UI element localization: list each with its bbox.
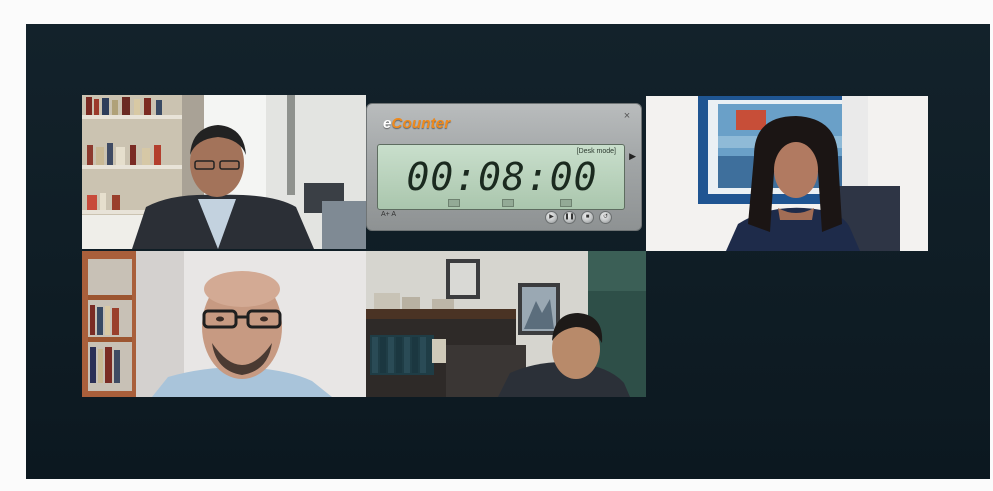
ecounter-logo: eCounter	[383, 115, 451, 132]
participant-3-video	[82, 251, 366, 397]
chevron-right-icon[interactable]: ▶	[629, 151, 636, 162]
close-icon[interactable]: ×	[621, 110, 633, 122]
play-button[interactable]: ▶	[545, 211, 558, 224]
participant-4-video	[366, 251, 646, 397]
participant-2-video	[646, 96, 928, 251]
video-tile-participant-1[interactable]	[82, 95, 366, 249]
pause-button[interactable]: ❚❚	[563, 211, 576, 224]
participant-1-video	[82, 95, 366, 249]
seconds-indicator	[560, 199, 572, 207]
font-size-control[interactable]: A+ A	[381, 211, 396, 218]
video-tile-participant-3[interactable]	[82, 251, 366, 397]
ecounter-timer-window[interactable]: eCounter × [Desk mode] ▶ 00:08:00 A+ A ▶…	[366, 103, 642, 231]
timer-time: 00:08:00	[406, 155, 598, 199]
video-tile-participant-4[interactable]	[366, 251, 646, 397]
minutes-indicator	[502, 199, 514, 207]
hours-indicator	[448, 199, 460, 207]
mode-label[interactable]: [Desk mode]	[577, 148, 616, 155]
reset-button[interactable]: ↺	[599, 211, 612, 224]
timer-display: [Desk mode] ▶ 00:08:00	[377, 144, 636, 210]
video-tile-participant-2[interactable]	[646, 96, 928, 251]
stop-button[interactable]: ■	[581, 211, 594, 224]
